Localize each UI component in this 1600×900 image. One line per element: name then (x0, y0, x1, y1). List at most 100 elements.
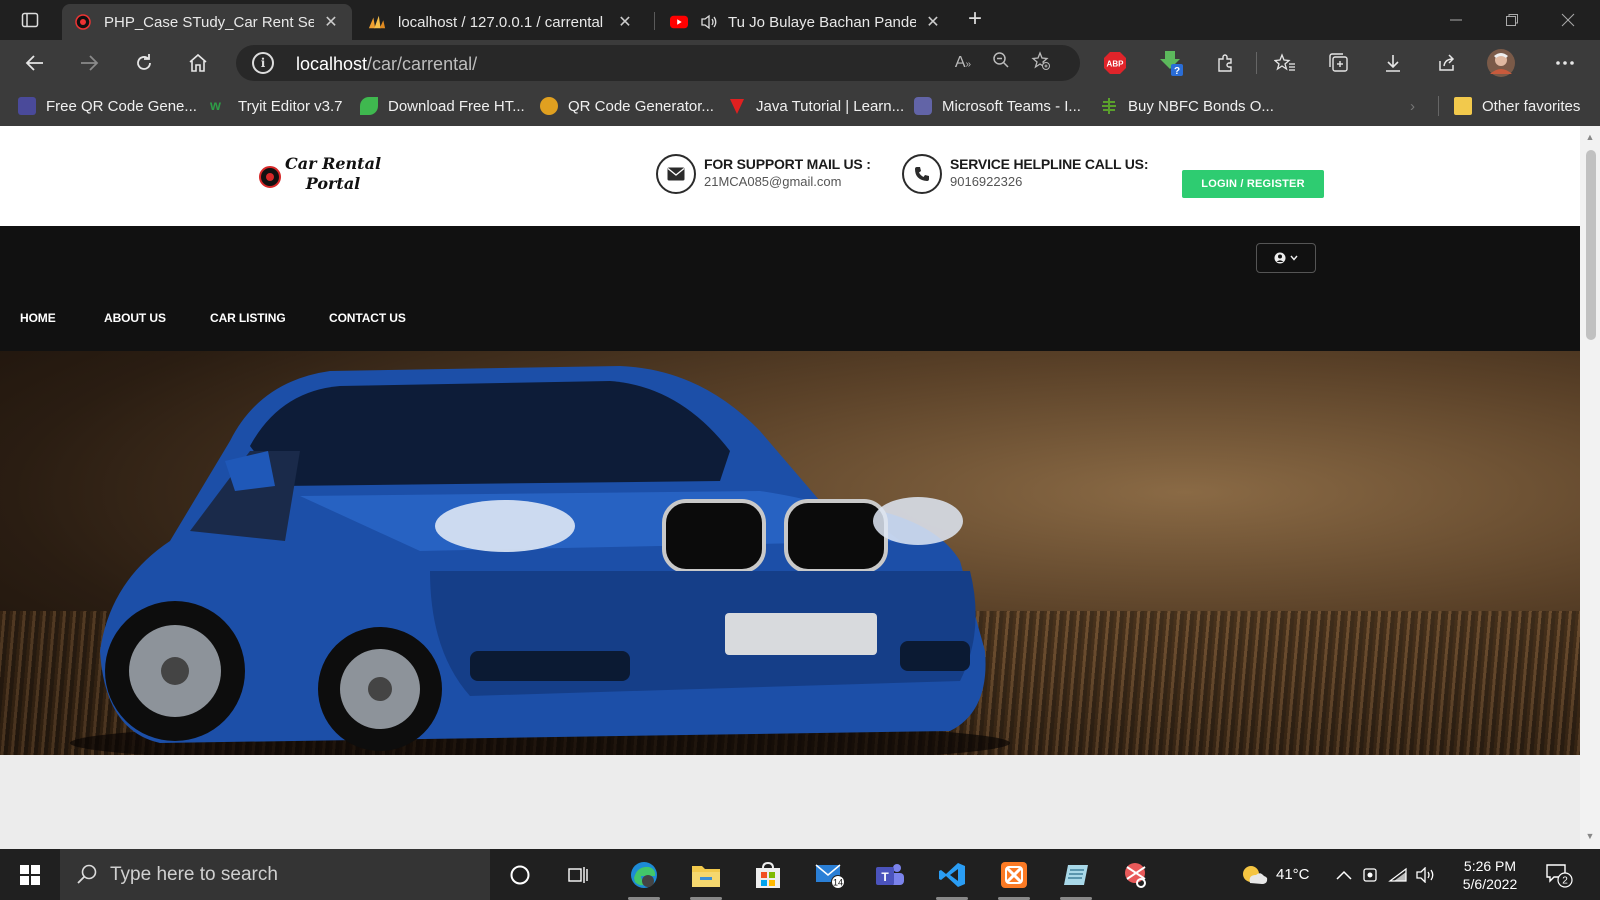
nav-contact-us[interactable]: CONTACT US (329, 311, 406, 325)
weather-widget[interactable]: 41°C (1240, 849, 1310, 900)
xampp-taskbar-app[interactable] (992, 855, 1036, 900)
new-tab-button[interactable]: + (960, 6, 990, 34)
show-hidden-icons-button[interactable] (1336, 849, 1352, 900)
settings-more-button[interactable] (1548, 47, 1582, 79)
page-scrollbar[interactable]: ▲ ▼ (1580, 126, 1600, 849)
scroll-down-arrow-icon[interactable]: ▼ (1584, 831, 1596, 843)
search-placeholder: Type here to search (110, 864, 278, 885)
edge-taskbar-app[interactable] (622, 855, 666, 900)
mail-icon: 14 (815, 864, 845, 889)
tab-close-icon[interactable]: ✕ (322, 12, 340, 32)
support-mail-title: FOR SUPPORT MAIL US : (704, 156, 871, 172)
collections-button[interactable] (1322, 47, 1356, 79)
bookmark-item[interactable]: w Tryit Editor v3.7 (210, 95, 342, 117)
cortana-circle-icon (510, 865, 530, 885)
logo-line-2: Portal (305, 174, 361, 193)
notification-center-button[interactable]: 2 (1544, 861, 1574, 888)
bookmark-label: Java Tutorial | Learn... (756, 97, 905, 115)
tab-phpmyadmin[interactable]: localhost / 127.0.0.1 / carrental | ✕ (356, 4, 646, 40)
task-view-button[interactable] (556, 855, 600, 895)
back-button[interactable] (18, 47, 52, 79)
refresh-button[interactable] (127, 47, 161, 79)
bookmark-item[interactable]: Microsoft Teams - I... (914, 95, 1081, 117)
other-favorites-folder[interactable]: Other favorites (1454, 95, 1580, 117)
svg-text:14: 14 (833, 878, 843, 888)
bookmarks-overflow-chevron-icon[interactable]: › (1410, 95, 1415, 117)
notepad-taskbar-app[interactable] (1054, 855, 1098, 900)
search-icon (77, 864, 97, 884)
login-register-button[interactable]: LOGIN / REGISTER (1182, 170, 1324, 198)
forward-button[interactable] (72, 47, 106, 79)
bookmark-label: Download Free HT... (388, 97, 525, 115)
close-window-button[interactable] (1540, 0, 1596, 40)
start-button[interactable] (0, 849, 60, 900)
nav-about-us[interactable]: ABOUT US (104, 311, 166, 325)
address-bar[interactable]: i localhost/car/carrental/ A» (236, 45, 1080, 81)
add-favorite-star-icon[interactable] (1028, 51, 1054, 75)
file-explorer-taskbar-app[interactable] (684, 855, 728, 900)
hero-banner (0, 351, 1580, 755)
microsoft-store-taskbar-app[interactable] (746, 855, 790, 895)
teams-taskbar-app[interactable]: T (868, 855, 912, 895)
svg-text:2: 2 (1562, 876, 1568, 887)
adblock-extension-button[interactable]: ABP (1098, 47, 1132, 79)
tab-car-rental[interactable]: PHP_Case STudy_Car Rent Servic ✕ (62, 4, 352, 40)
taskbar-search-box[interactable]: Type here to search (60, 849, 490, 900)
snipping-tool-taskbar-app[interactable] (1114, 855, 1158, 895)
bookmark-label: Buy NBFC Bonds O... (1128, 97, 1274, 115)
cortana-button[interactable] (498, 855, 542, 895)
wifi-icon[interactable] (1388, 849, 1408, 900)
minimize-button[interactable] (1428, 0, 1484, 40)
bookmark-item[interactable]: Java Tutorial | Learn... (728, 95, 904, 117)
tab-title: localhost / 127.0.0.1 / carrental | (398, 13, 608, 31)
extensions-button[interactable] (1208, 47, 1242, 79)
favorites-button[interactable] (1268, 47, 1302, 79)
bookmark-item[interactable]: Download Free HT... (360, 95, 525, 117)
download-manager-extension-button[interactable]: ? (1154, 47, 1188, 79)
mail-taskbar-app[interactable]: 14 (808, 855, 852, 895)
zoom-icon[interactable] (988, 51, 1014, 75)
qr-code-icon (18, 97, 36, 115)
bookmark-item[interactable]: Buy NBFC Bonds O... (1100, 95, 1274, 117)
bookmark-item[interactable]: QR Code Generator... (540, 95, 714, 117)
speaker-icon[interactable] (700, 13, 718, 31)
helpline-value[interactable]: 9016922326 (950, 174, 1022, 189)
site-info-icon[interactable]: i (252, 52, 274, 74)
vscode-taskbar-app[interactable] (930, 855, 974, 900)
helpline-block: SERVICE HELPLINE CALL US: 9016922326 (902, 154, 1162, 196)
system-clock[interactable]: 5:26 PM 5/6/2022 (1450, 857, 1530, 893)
bonds-icon (1100, 97, 1118, 115)
car-rental-favicon-icon (74, 13, 92, 31)
tab-actions-button[interactable] (8, 6, 52, 34)
address-url[interactable]: localhost/car/carrental/ (296, 54, 477, 75)
restore-button[interactable] (1484, 0, 1540, 40)
close-icon (1561, 13, 1575, 27)
scroll-up-arrow-icon[interactable]: ▲ (1584, 132, 1596, 144)
support-mail-value[interactable]: 21MCA085@gmail.com (704, 174, 841, 189)
downloads-button[interactable] (1376, 47, 1410, 79)
helpline-title: SERVICE HELPLINE CALL US: (950, 156, 1149, 172)
url-host: localhost (296, 54, 368, 74)
volume-icon[interactable] (1416, 849, 1436, 900)
bookmark-item[interactable]: Free QR Code Gene... (18, 95, 197, 117)
svg-text:?: ? (1174, 66, 1180, 77)
nav-car-listing[interactable]: CAR LISTING (210, 311, 286, 325)
read-aloud-icon[interactable]: A» (950, 51, 976, 75)
user-account-dropdown[interactable] (1256, 243, 1316, 273)
main-navigation: HOME ABOUT US CAR LISTING CONTACT US (0, 226, 1580, 351)
windows-taskbar: Type here to search 14 T 41°C 5:26 PM 5/… (0, 849, 1600, 900)
tab-close-icon[interactable]: ✕ (924, 12, 942, 32)
share-button[interactable] (1430, 47, 1464, 79)
tab-close-icon[interactable]: ✕ (616, 12, 634, 32)
home-icon (189, 53, 207, 72)
phone-icon (902, 154, 942, 194)
meet-now-icon[interactable] (1362, 849, 1378, 900)
site-logo[interactable]: Car Rental Portal (256, 154, 396, 198)
clock-date: 5/6/2022 (1462, 876, 1518, 892)
profile-button[interactable] (1484, 47, 1518, 79)
scrollbar-thumb[interactable] (1586, 150, 1596, 340)
nav-home[interactable]: HOME (20, 311, 56, 325)
home-button[interactable] (181, 47, 215, 79)
xampp-icon (1001, 862, 1027, 888)
tab-youtube[interactable]: Tu Jo Bulaye Bachan Pandey ✕ (658, 4, 954, 40)
